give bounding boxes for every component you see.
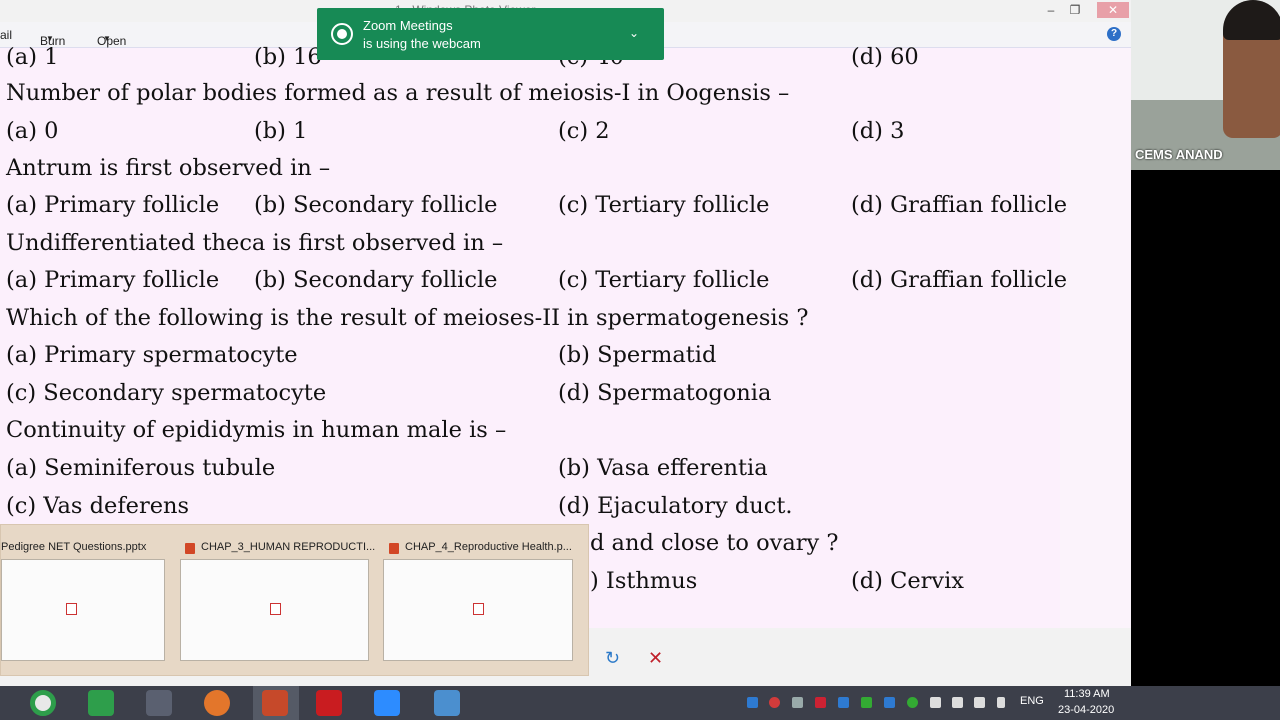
- webcam-feed: CEMS ANAND: [1131, 0, 1280, 170]
- option-text: (a) 1: [6, 44, 59, 70]
- powerpoint-icon: [185, 543, 195, 554]
- tray-app-icon[interactable]: [884, 697, 895, 708]
- option-text: (c) Secondary spermatocyte: [6, 380, 327, 406]
- delete-icon[interactable]: ✕: [648, 648, 663, 668]
- question-text: Continuity of epididymis in human male i…: [6, 417, 507, 443]
- option-text: (b) Secondary follicle: [254, 192, 498, 218]
- taskbar-thumbnail-previews: Pedigree NET Questions.pptx CHAP_3_HUMAN…: [0, 524, 589, 676]
- clock-time[interactable]: 11:39 AM: [1064, 688, 1110, 700]
- email-menu[interactable]: ail: [0, 28, 12, 42]
- clock-date[interactable]: 23-04-2020: [1058, 704, 1114, 716]
- flag-icon[interactable]: [952, 697, 963, 708]
- powerpoint-icon[interactable]: [262, 690, 288, 716]
- webcam-icon: [331, 23, 353, 45]
- tray-app-icon[interactable]: [747, 697, 758, 708]
- tray-app-icon[interactable]: [815, 697, 826, 708]
- question-text: Undifferentiated theca is first observed…: [6, 230, 504, 256]
- tray-app-icon[interactable]: [907, 697, 918, 708]
- thumbnail-preview[interactable]: [1, 559, 165, 661]
- tray-app-icon[interactable]: [769, 697, 780, 708]
- chevron-down-icon: ▼: [46, 34, 54, 43]
- volume-icon[interactable]: [974, 697, 985, 708]
- close-window-button[interactable]: ✕: [1097, 2, 1129, 18]
- powerpoint-icon: [389, 543, 399, 554]
- apps-grid-icon[interactable]: [146, 690, 172, 716]
- thumbnail-title[interactable]: CHAP_3_HUMAN REPRODUCTI...: [201, 541, 375, 553]
- option-text: (a) 0: [6, 118, 59, 144]
- thumbnail-preview[interactable]: [180, 559, 369, 661]
- option-text: (c) Tertiary follicle: [558, 267, 770, 293]
- option-text: (b) Spermatid: [558, 342, 717, 368]
- chevron-down-icon[interactable]: ⌄: [629, 26, 639, 40]
- option-text: ) Isthmus: [590, 568, 698, 594]
- chevron-down-icon: ▼: [103, 34, 111, 43]
- notification-title: Zoom Meetings: [363, 18, 453, 33]
- document-icon: [270, 603, 281, 615]
- option-text: (a) Primary follicle: [6, 192, 220, 218]
- option-text: (b) Vasa efferentia: [558, 455, 768, 481]
- option-text: (d) Spermatogonia: [558, 380, 772, 406]
- option-text: (b) 16: [254, 44, 322, 70]
- option-text: (d) Graffian follicle: [851, 192, 1068, 218]
- webcam-panel-background: [1131, 170, 1280, 686]
- option-text: (c) 2: [558, 118, 610, 144]
- option-text: (a) Seminiferous tubule: [6, 455, 276, 481]
- participant-name: CEMS ANAND: [1135, 147, 1223, 162]
- question-text: d and close to ovary ?: [590, 530, 839, 556]
- zoom-icon[interactable]: [374, 690, 400, 716]
- question-text: Which of the following is the result of …: [6, 305, 809, 331]
- option-text: (d) Cervix: [851, 568, 964, 594]
- minimize-icon[interactable]: –: [1040, 2, 1062, 18]
- document-icon: [473, 603, 484, 615]
- restore-icon[interactable]: ❐: [1064, 2, 1086, 18]
- thumbnail-title[interactable]: CHAP_4_Reproductive Health.p...: [405, 541, 572, 553]
- page-margin: [1060, 48, 1131, 628]
- option-text: (a) Primary spermatocyte: [6, 342, 298, 368]
- option-text: (d) 3: [851, 118, 905, 144]
- open-label: Open: [97, 34, 127, 48]
- question-text: Antrum is first observed in –: [6, 155, 331, 181]
- option-text: (d) 60: [851, 44, 919, 70]
- option-text: (c) Vas deferens: [6, 493, 190, 519]
- person-hair: [1223, 0, 1280, 40]
- language-indicator[interactable]: ENG: [1020, 695, 1044, 707]
- tray-app-icon[interactable]: [792, 697, 803, 708]
- battery-icon[interactable]: [997, 697, 1005, 708]
- option-text: (b) Secondary follicle: [254, 267, 498, 293]
- tray-app-icon[interactable]: [930, 697, 941, 708]
- option-text: (c) Tertiary follicle: [558, 192, 770, 218]
- thumbnail-title[interactable]: Pedigree NET Questions.pptx: [1, 541, 146, 553]
- acrobat-icon[interactable]: [316, 690, 342, 716]
- chrome-icon[interactable]: [30, 690, 56, 716]
- option-text: (a) Primary follicle: [6, 267, 220, 293]
- option-text: (d) Ejaculatory duct.: [558, 493, 793, 519]
- photo-viewer-icon[interactable]: [434, 690, 460, 716]
- zoom-webcam-notification[interactable]: Zoom Meetings is using the webcam ⌄: [317, 8, 664, 60]
- notification-message: is using the webcam: [363, 36, 481, 51]
- question-text: Number of polar bodies formed as a resul…: [6, 80, 790, 106]
- document-icon: [66, 603, 77, 615]
- help-icon[interactable]: ?: [1107, 27, 1121, 41]
- option-text: (d) Graffian follicle: [851, 267, 1068, 293]
- thumbnail-preview[interactable]: [383, 559, 573, 661]
- rotate-icon[interactable]: ↻: [605, 648, 620, 668]
- tray-app-icon[interactable]: [838, 697, 849, 708]
- tray-app-icon[interactable]: [861, 697, 872, 708]
- calculator-icon[interactable]: [88, 690, 114, 716]
- option-text: (b) 1: [254, 118, 308, 144]
- firefox-icon[interactable]: [204, 690, 230, 716]
